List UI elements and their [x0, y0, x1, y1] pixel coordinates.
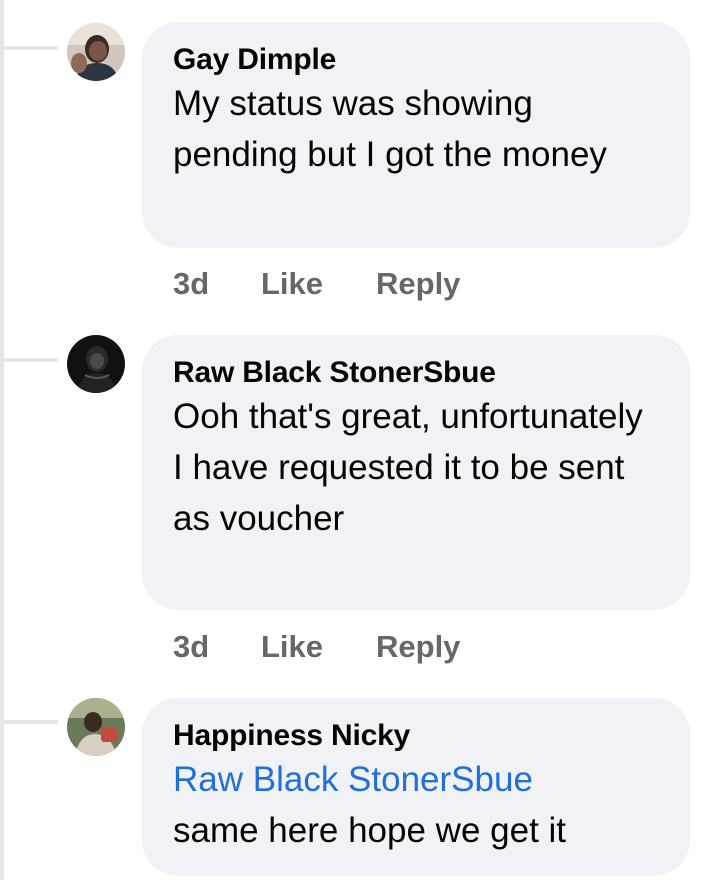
comment-text: My status was showing pending but I got …: [173, 84, 607, 174]
comment-author[interactable]: Raw Black StonerSbue: [173, 355, 666, 391]
avatar[interactable]: [67, 335, 125, 393]
comment-bubble: Gay Dimple My status was showing pending…: [142, 22, 690, 248]
profile-photo-icon: [67, 335, 125, 393]
thread-connector: [0, 358, 58, 362]
reply-button[interactable]: Reply: [376, 264, 460, 304]
avatar[interactable]: [67, 23, 125, 81]
comment-bubble: Happiness Nicky Raw Black StonerSbue sam…: [142, 698, 690, 876]
comment-author[interactable]: Happiness Nicky: [173, 718, 666, 754]
reply-thread-line: [0, 0, 4, 880]
comment-author[interactable]: Gay Dimple: [173, 42, 666, 78]
comment-actions: 3d Like Reply: [173, 264, 460, 304]
thread-connector: [0, 46, 58, 50]
profile-photo-icon: [67, 23, 125, 81]
comment-time[interactable]: 3d: [173, 627, 261, 667]
avatar[interactable]: [67, 698, 125, 756]
comment-bubble: Raw Black StonerSbue Ooh that's great, u…: [142, 335, 690, 610]
like-button[interactable]: Like: [261, 264, 376, 304]
comment-text: Ooh that's great, unfortunately I have r…: [173, 397, 643, 538]
thread-connector: [0, 720, 58, 724]
comment-actions: 3d Like Reply: [173, 627, 460, 667]
like-button[interactable]: Like: [261, 627, 376, 667]
comment-time[interactable]: 3d: [173, 264, 261, 304]
comment-text-body: same here hope we get it: [173, 811, 567, 850]
mention-link[interactable]: Raw Black StonerSbue: [173, 754, 653, 805]
reply-button[interactable]: Reply: [376, 627, 460, 667]
comment-text: Raw Black StonerSbue same here hope we g…: [173, 754, 653, 856]
profile-photo-icon: [67, 698, 125, 756]
